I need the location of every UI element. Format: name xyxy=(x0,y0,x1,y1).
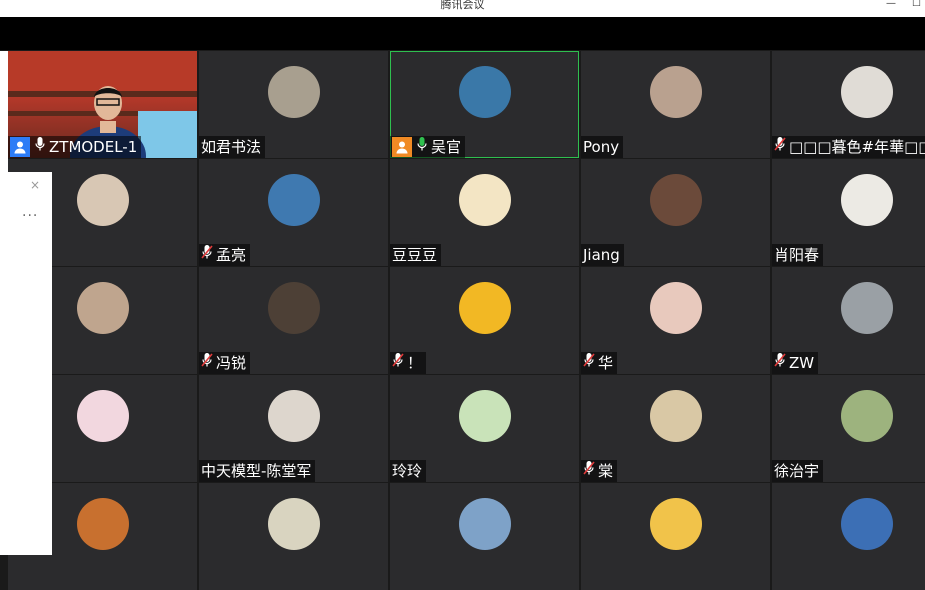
participant-tile[interactable]: 华 xyxy=(581,267,770,374)
mic-muted-icon xyxy=(583,352,598,374)
avatar xyxy=(458,282,511,334)
avatar xyxy=(840,282,893,334)
window-title: 腾讯会议 xyxy=(440,0,485,11)
name-label: 冯锐 xyxy=(199,352,251,374)
participant-name: 吴官 xyxy=(431,138,462,156)
participant-tile[interactable]: □□□暮色#年華□□□ xyxy=(772,51,925,158)
participant-tile[interactable] xyxy=(390,483,579,590)
avatar xyxy=(267,390,320,442)
participant-name: ！ xyxy=(407,354,423,372)
name-label: 徐治宇 xyxy=(772,460,824,482)
floating-side-panel: × ··· xyxy=(0,172,52,555)
participant-name: Jiang xyxy=(583,246,620,264)
participant-grid: ZTMODEL-1如君书法吴官Pony□□□暮色#年華□□□秀芬孟亮豆豆豆Jia… xyxy=(8,51,925,590)
more-icon[interactable]: ··· xyxy=(22,208,38,224)
title-bar: 腾讯会议 — ☐ xyxy=(0,0,925,17)
name-label: 华 xyxy=(581,352,618,374)
participant-tile[interactable]: 棠 xyxy=(581,375,770,482)
host-icon xyxy=(10,137,30,157)
close-icon[interactable]: × xyxy=(30,178,40,192)
name-label: 中天模型-陈堂军 xyxy=(199,460,316,482)
participant-name: ZW xyxy=(789,354,815,372)
name-label: ！ xyxy=(390,352,427,374)
mic-muted-icon xyxy=(392,352,407,374)
top-toolbar-area xyxy=(0,17,925,50)
mic-muted-icon xyxy=(774,136,789,158)
participant-name: 孟亮 xyxy=(216,246,247,264)
name-label: 棠 xyxy=(581,460,618,482)
participant-name: 冯锐 xyxy=(216,354,247,372)
mic-muted-icon xyxy=(201,352,216,374)
name-label: Pony xyxy=(581,136,624,158)
participant-tile[interactable]: 徐治宇 xyxy=(772,375,925,482)
avatar xyxy=(267,66,320,118)
name-label: 玲玲 xyxy=(390,460,427,482)
participant-name: ZTMODEL-1 xyxy=(49,138,138,156)
participant-tile[interactable]: 中天模型-陈堂军 xyxy=(199,375,388,482)
avatar xyxy=(649,498,702,550)
participant-tile[interactable]: Pony xyxy=(581,51,770,158)
participant-name: 肖阳春 xyxy=(774,246,820,264)
participant-name: 中天模型-陈堂军 xyxy=(201,462,312,480)
participant-name: Pony xyxy=(583,138,620,156)
name-label: 孟亮 xyxy=(199,244,251,266)
mic-muted-icon xyxy=(583,460,598,482)
name-label: □□□暮色#年華□□□ xyxy=(772,136,925,158)
avatar xyxy=(267,498,320,550)
avatar xyxy=(840,498,893,550)
participant-tile[interactable]: 玲玲 xyxy=(390,375,579,482)
avatar xyxy=(76,498,129,550)
avatar xyxy=(649,282,702,334)
participant-tile[interactable]: 如君书法 xyxy=(199,51,388,158)
participant-tile[interactable]: Jiang xyxy=(581,159,770,266)
avatar xyxy=(267,174,320,226)
avatar xyxy=(840,390,893,442)
participant-name: 棠 xyxy=(598,462,614,480)
participant-tile[interactable] xyxy=(772,483,925,590)
participant-tile[interactable]: 冯锐 xyxy=(199,267,388,374)
avatar xyxy=(840,174,893,226)
maximize-button[interactable]: ☐ xyxy=(912,0,921,9)
name-label: 如君书法 xyxy=(199,136,266,158)
participant-tile[interactable]: 孟亮 xyxy=(199,159,388,266)
avatar xyxy=(76,282,129,334)
avatar xyxy=(458,498,511,550)
participant-tile[interactable] xyxy=(199,483,388,590)
participant-name: 如君书法 xyxy=(201,138,262,156)
participant-name: 豆豆豆 xyxy=(392,246,438,264)
participant-tile[interactable]: 肖阳春 xyxy=(772,159,925,266)
cohost-icon xyxy=(392,137,412,157)
participant-name: 玲玲 xyxy=(392,462,423,480)
participant-tile[interactable]: 豆豆豆 xyxy=(390,159,579,266)
participant-tile[interactable]: 吴官 xyxy=(390,51,579,158)
participant-name: 徐治宇 xyxy=(774,462,820,480)
participant-tile[interactable]: ZTMODEL-1 xyxy=(8,51,197,158)
avatar xyxy=(840,66,893,118)
avatar xyxy=(76,174,129,226)
name-label: Jiang xyxy=(581,244,624,266)
avatar xyxy=(649,66,702,118)
participant-name: 华 xyxy=(598,354,614,372)
mic-muted-icon xyxy=(201,244,216,266)
participant-tile[interactable]: ZW xyxy=(772,267,925,374)
mic-muted-icon xyxy=(774,352,789,374)
avatar xyxy=(649,174,702,226)
avatar xyxy=(267,282,320,334)
mic-on-icon xyxy=(34,136,49,158)
name-label: 吴官 xyxy=(390,136,466,158)
name-label: ZW xyxy=(772,352,819,374)
participant-name: □□□暮色#年華□□□ xyxy=(789,138,925,156)
avatar xyxy=(649,390,702,442)
avatar xyxy=(458,174,511,226)
avatar xyxy=(76,390,129,442)
name-label: 豆豆豆 xyxy=(390,244,442,266)
participant-tile[interactable] xyxy=(581,483,770,590)
name-label: 肖阳春 xyxy=(772,244,824,266)
name-label: ZTMODEL-1 xyxy=(8,136,142,158)
minimize-button[interactable]: — xyxy=(886,0,896,9)
avatar xyxy=(458,66,511,118)
mic-on-icon xyxy=(416,136,431,158)
participant-tile[interactable]: ！ xyxy=(390,267,579,374)
avatar xyxy=(458,390,511,442)
